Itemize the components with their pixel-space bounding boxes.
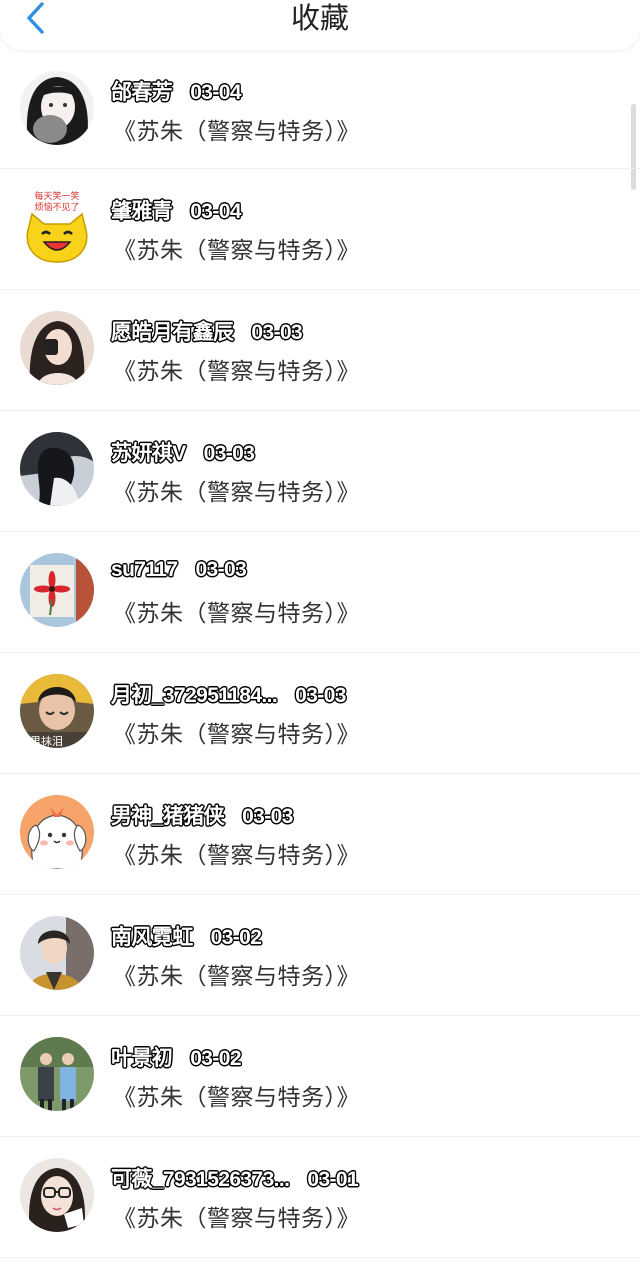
dark-hair-girl-avatar-icon (20, 432, 94, 506)
avatar[interactable] (20, 553, 94, 627)
list-item[interactable]: 每天笑一笑 烦恼不见了 肇雅青 03-04 《苏朱（警察与特务）》 (0, 169, 640, 290)
user-name: 月初_372951184... (111, 684, 278, 707)
two-people-photo-avatar-icon (20, 1037, 94, 1111)
avatar[interactable] (20, 1158, 94, 1232)
favorite-date: 03-03 (203, 442, 255, 465)
cartoon-puppy-avatar-icon (20, 795, 94, 869)
book-title: 《苏朱（警察与特务）》 (113, 480, 360, 506)
avatar[interactable] (20, 311, 94, 385)
favorite-date: 03-04 (190, 200, 241, 223)
book-title: 《苏朱（警察与特务）》 (113, 1206, 360, 1232)
list-item[interactable]: 南风霓虹 03-02 《苏朱（警察与特务）》 (0, 895, 640, 1016)
book-title: 《苏朱（警察与特务）》 (113, 359, 360, 385)
list-item[interactable]: 可薇_7931526373... 03-01 《苏朱（警察与特务）》 (0, 1137, 640, 1258)
list-item[interactable]: su7117 03-03 《苏朱（警察与特务）》 (0, 532, 640, 653)
red-flower-painting-avatar-icon (20, 553, 94, 627)
girl-glasses-avatar-icon (20, 1158, 94, 1232)
user-name: 叶景初 (111, 1047, 173, 1070)
favorite-date: 03-03 (295, 684, 346, 707)
user-name: 男神_猪猪侠 (111, 805, 225, 828)
list-item[interactable]: 邰春芳 03-04 《苏朱（警察与特务）》 (0, 50, 640, 169)
avatar[interactable]: 男抹泪 (20, 674, 94, 748)
svg-text:烦恼不见了: 烦恼不见了 (34, 201, 79, 213)
list-item[interactable]: 愿皓月有鑫辰 03-03 《苏朱（警察与特务）》 (0, 290, 640, 411)
user-name: 肇雅青 (111, 200, 173, 223)
book-title: 《苏朱（警察与特务）》 (113, 601, 360, 627)
yellow-cat-sticker-avatar-icon: 每天笑一笑 烦恼不见了 (20, 190, 94, 264)
book-title: 《苏朱（警察与特务）》 (113, 722, 360, 748)
list-item[interactable]: 苏妍祺V 03-03 《苏朱（警察与特务）》 (0, 411, 640, 532)
page-title: 收藏 (290, 1, 349, 35)
favorite-date: 03-04 (190, 81, 241, 104)
crying-boy-avatar-icon: 男抹泪 (20, 674, 94, 748)
user-name: su7117 (111, 558, 178, 581)
user-name: 可薇_7931526373... (111, 1168, 290, 1191)
favorite-date: 03-02 (210, 926, 262, 949)
favorites-list: 邰春芳 03-04 《苏朱（警察与特务）》 每天笑一笑 烦恼不见了 肇雅青 03… (0, 50, 640, 1258)
favorite-date: 03-02 (190, 1047, 241, 1070)
avatar[interactable] (20, 916, 94, 990)
avatar[interactable] (20, 71, 94, 145)
book-title: 《苏朱（警察与特务）》 (113, 119, 360, 145)
list-item[interactable]: 男抹泪 月初_372951184... 03-03 《苏朱（警察与特务）》 (0, 653, 640, 774)
avatar[interactable] (20, 795, 94, 869)
user-name: 愿皓月有鑫辰 (111, 321, 234, 344)
boy-photo-avatar-icon (20, 916, 94, 990)
list-item[interactable]: 男神_猪猪侠 03-03 《苏朱（警察与特务）》 (0, 774, 640, 895)
book-title: 《苏朱（警察与特务）》 (113, 843, 360, 869)
avatar-caption: 男抹泪 (30, 735, 63, 748)
user-name: 南风霓虹 (111, 926, 193, 949)
avatar[interactable] (20, 1037, 94, 1111)
favorite-date: 03-03 (195, 558, 247, 581)
favorite-date: 03-03 (251, 321, 303, 344)
avatar[interactable] (20, 432, 94, 506)
favorite-date: 03-03 (242, 805, 293, 828)
header-bar: 收藏 (0, 0, 640, 50)
list-item[interactable]: 叶景初 03-02 《苏朱（警察与特务）》 (0, 1016, 640, 1137)
book-title: 《苏朱（警察与特务）》 (113, 1085, 360, 1111)
avatar[interactable]: 每天笑一笑 烦恼不见了 (20, 190, 94, 264)
girl-photo-avatar-icon (20, 311, 94, 385)
svg-text:每天笑一笑: 每天笑一笑 (34, 190, 79, 202)
girl-sketch-avatar-icon (20, 71, 94, 145)
user-name: 苏妍祺V (111, 442, 186, 465)
book-title: 《苏朱（警察与特务）》 (113, 238, 360, 264)
user-name: 邰春芳 (111, 81, 173, 104)
favorite-date: 03-01 (307, 1168, 359, 1191)
book-title: 《苏朱（警察与特务）》 (113, 964, 360, 990)
